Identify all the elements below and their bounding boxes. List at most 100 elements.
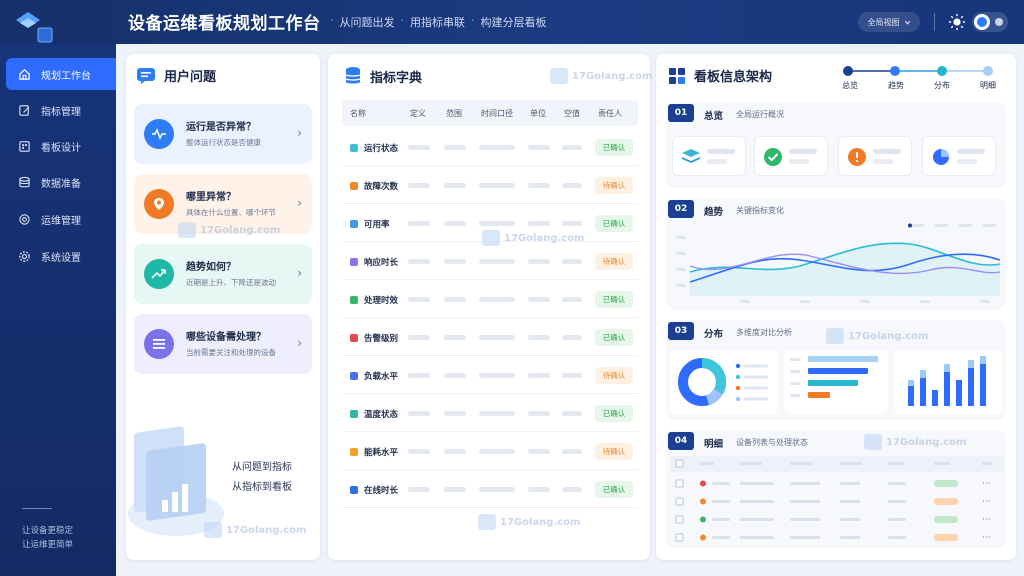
table-row[interactable]: 在线时长 已确认 — [342, 470, 638, 508]
placeholder-bar — [562, 487, 582, 492]
column-chart-icon — [908, 356, 986, 406]
table-row: ··· — [675, 515, 991, 525]
metric-color-icon — [350, 144, 358, 152]
placeholder-bar — [444, 487, 466, 492]
sidebar-item-board-design[interactable]: 看板设计 — [6, 130, 116, 162]
board-icon — [19, 140, 30, 152]
placeholder-bar — [479, 487, 515, 492]
section-overview[interactable]: 01 总览 全局运行概况 — [666, 102, 1006, 188]
kpi-card — [754, 136, 828, 176]
placeholder-bar — [528, 297, 550, 302]
pie-chart-icon — [933, 149, 949, 165]
placeholder-bar — [444, 297, 466, 302]
placeholder-bar — [562, 145, 582, 150]
metric-color-icon — [350, 258, 358, 266]
table-row[interactable]: 能耗水平 待确认 — [342, 432, 638, 470]
table-row: ··· — [675, 497, 991, 507]
placeholder-bar — [408, 297, 430, 302]
metric-name: 告警级别 — [364, 334, 399, 344]
sidebar-item-workbench[interactable]: 规划工作台 — [6, 58, 116, 90]
placeholder-bar — [528, 487, 550, 492]
detail-table-thumbnail: ··· ··· ··· ··· — [670, 456, 1004, 543]
trend-up-icon — [144, 259, 174, 289]
sun-icon[interactable] — [948, 13, 966, 31]
chevron-right-icon: › — [297, 196, 302, 210]
check-circle-icon — [764, 148, 782, 166]
header-divider — [934, 13, 935, 31]
grid-icon — [669, 67, 685, 84]
metric-name: 温度状态 — [364, 410, 399, 420]
placeholder-bar — [562, 449, 582, 454]
sidebar-slogan: 让运维更简单 — [22, 540, 74, 550]
table-row[interactable]: 负载水平 待确认 — [342, 356, 638, 394]
sidebar-item-metrics[interactable]: 指标管理 — [6, 94, 116, 126]
placeholder-bar — [408, 335, 430, 340]
kpi-card — [672, 136, 746, 176]
layers-icon — [682, 149, 700, 163]
watermark: 17Golang.com — [178, 222, 280, 238]
watermark: 17Golang.com — [478, 514, 580, 530]
toggle-knob — [974, 14, 990, 30]
target-icon — [19, 213, 30, 225]
placeholder-bar — [562, 259, 582, 264]
metric-name: 运行状态 — [364, 144, 399, 154]
status-badge: 已确认 — [595, 481, 633, 498]
donut-chart-icon — [678, 358, 768, 406]
placeholder-bar — [479, 183, 515, 188]
kpi-card — [922, 136, 996, 176]
question-card-abnormal[interactable]: 运行是否异常？ 整体运行状态是否健康 › — [134, 104, 312, 164]
watermark: 17Golang.com — [826, 328, 928, 344]
sidebar-divider — [22, 508, 52, 509]
donut-thumbnail — [670, 350, 778, 414]
column-thumbnail — [894, 350, 1002, 414]
placeholder-bar — [528, 335, 550, 340]
board-architecture-panel: 看板信息架构 总览 趋势 分布 明细 01 总览 全局运行概况 02 趋势 关键… — [656, 54, 1016, 560]
placeholder-bar — [562, 411, 582, 416]
table-row[interactable]: 故障次数 待确认 — [342, 166, 638, 204]
placeholder-bar — [528, 259, 550, 264]
metric-color-icon — [350, 372, 358, 380]
metric-color-icon — [350, 486, 358, 494]
database-icon — [19, 176, 30, 187]
sidebar-item-data-prep[interactable]: 数据准备 — [6, 166, 116, 198]
placeholder-bar — [562, 373, 582, 378]
placeholder-bar — [444, 145, 466, 150]
step-label: 总览 — [842, 81, 858, 90]
status-badge: 待确认 — [595, 253, 633, 270]
metric-dictionary-panel: 指标字典 17Golang.com 名称 定义 范围 时间口径 单位 空值 责任… — [328, 54, 652, 560]
table-row[interactable]: 处理时效 已确认 — [342, 280, 638, 318]
chat-icon — [137, 67, 155, 84]
flow-text: 从问题到指标 — [232, 462, 292, 473]
global-view-select[interactable]: 全局视图 — [858, 12, 920, 32]
placeholder-bar — [528, 411, 550, 416]
metric-name: 响应时长 — [364, 258, 399, 268]
metric-color-icon — [350, 410, 358, 418]
metric-name: 负载水平 — [364, 372, 399, 382]
step-label: 明细 — [980, 81, 996, 90]
table-row[interactable]: 运行状态 已确认 — [342, 128, 638, 166]
placeholder-bar — [408, 183, 430, 188]
table-row[interactable]: 温度状态 已确认 — [342, 394, 638, 432]
chevron-down-icon — [904, 20, 910, 25]
flow-text: 从指标到看板 — [232, 482, 292, 493]
watermark: 17Golang.com — [550, 68, 652, 84]
table-row[interactable]: 响应时长 待确认 — [342, 242, 638, 280]
placeholder-bar — [408, 411, 430, 416]
sidebar-item-settings[interactable]: 系统设置 — [6, 240, 116, 272]
placeholder-bar — [479, 335, 515, 340]
sidebar-item-ops[interactable]: 运维管理 — [6, 203, 116, 235]
placeholder-bar — [479, 297, 515, 302]
section-trend[interactable]: 02 趋势 关键指标变化 — [666, 198, 1006, 310]
status-badge: 已确认 — [595, 329, 633, 346]
svg-text:···: ··· — [982, 497, 991, 507]
metric-name: 处理时效 — [364, 296, 399, 306]
question-card-trend[interactable]: 趋势如何？ 近期是上升、下降还是波动 › — [134, 244, 312, 304]
theme-toggle[interactable] — [972, 12, 1008, 32]
placeholder-bar — [528, 183, 550, 188]
placeholder-bar — [528, 449, 550, 454]
svg-text:···: ··· — [982, 515, 991, 525]
placeholder-bar — [479, 145, 515, 150]
question-card-devices[interactable]: 哪些设备需处理？ 当前需要关注和处理的设备 › — [134, 314, 312, 374]
table-row[interactable]: 告警级别 已确认 — [342, 318, 638, 356]
chevron-right-icon: › — [297, 336, 302, 350]
